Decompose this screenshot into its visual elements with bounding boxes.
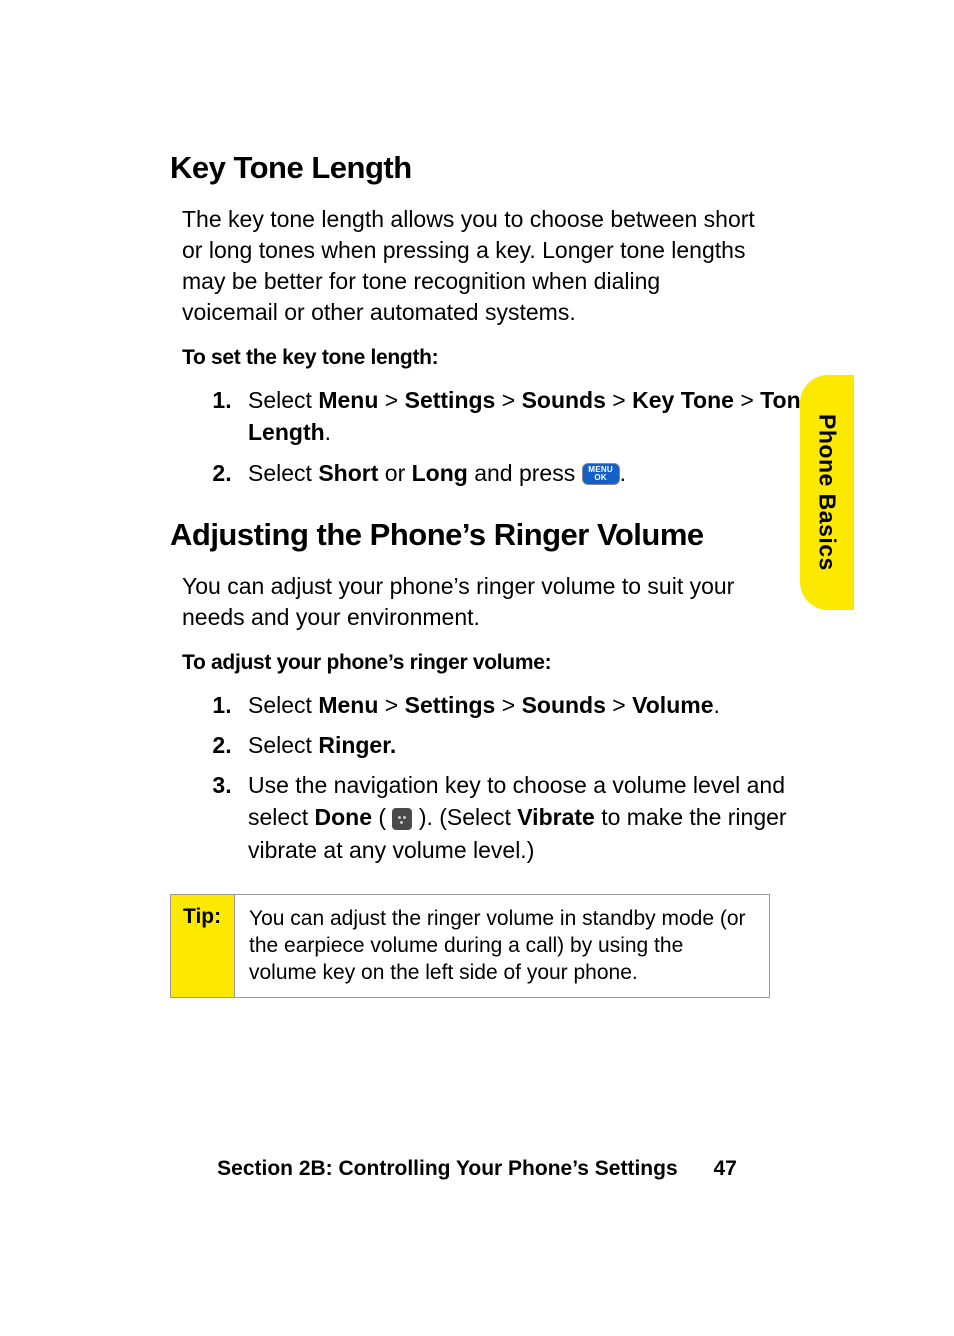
icon-label: OK bbox=[583, 474, 619, 482]
procedure-list: Select Menu > Settings > Sounds > Key To… bbox=[170, 384, 818, 489]
menu-path: Sounds bbox=[522, 387, 606, 413]
text: . bbox=[325, 419, 331, 445]
option: Ringer. bbox=[318, 732, 396, 758]
left-softkey-icon bbox=[392, 808, 412, 830]
text: ( bbox=[372, 804, 392, 830]
procedure-subhead: To adjust your phone’s ringer volume: bbox=[182, 651, 834, 675]
heading-ringer-volume: Adjusting the Phone’s Ringer Volume bbox=[170, 517, 834, 553]
section-tab-label: Phone Basics bbox=[814, 414, 841, 571]
manual-page: Phone Basics Key Tone Length The key ton… bbox=[0, 0, 954, 1336]
menu-path: Settings bbox=[405, 692, 496, 718]
body-text: The key tone length allows you to choose… bbox=[182, 204, 762, 328]
text: > bbox=[495, 692, 521, 718]
text: . bbox=[714, 692, 720, 718]
text: . bbox=[620, 460, 626, 486]
menu-path: Settings bbox=[405, 387, 496, 413]
heading-key-tone-length: Key Tone Length bbox=[170, 150, 834, 186]
text: > bbox=[378, 387, 404, 413]
option: Short bbox=[318, 460, 378, 486]
step-item: Select Short or Long and press MENUOK. bbox=[238, 457, 818, 489]
step-item: Select Menu > Settings > Sounds > Volume… bbox=[238, 689, 818, 721]
option: Done bbox=[314, 804, 372, 830]
step-item: Select Menu > Settings > Sounds > Key To… bbox=[238, 384, 818, 448]
text: Select bbox=[248, 692, 318, 718]
text: > bbox=[495, 387, 521, 413]
section-tab: Phone Basics bbox=[800, 375, 854, 610]
menu-path: Volume bbox=[632, 692, 713, 718]
text: > bbox=[606, 692, 632, 718]
procedure-subhead: To set the key tone length: bbox=[182, 346, 834, 370]
text: Select bbox=[248, 460, 318, 486]
text: Select bbox=[248, 387, 318, 413]
step-item: Use the navigation key to choose a volum… bbox=[238, 769, 818, 866]
footer-section-title: Section 2B: Controlling Your Phone’s Set… bbox=[217, 1157, 677, 1180]
text: or bbox=[378, 460, 411, 486]
tip-content: You can adjust the ringer volume in stan… bbox=[235, 895, 769, 997]
page-footer: Section 2B: Controlling Your Phone’s Set… bbox=[0, 1157, 954, 1181]
text: ). (Select bbox=[412, 804, 517, 830]
body-text: You can adjust your phone’s ringer volum… bbox=[182, 571, 762, 633]
text: > bbox=[378, 692, 404, 718]
step-item: Select Ringer. bbox=[238, 729, 818, 761]
menu-path: Menu bbox=[318, 692, 378, 718]
tip-box: Tip: You can adjust the ringer volume in… bbox=[170, 894, 770, 998]
option: Long bbox=[412, 460, 468, 486]
menu-ok-key-icon: MENUOK bbox=[582, 463, 620, 485]
page-number: 47 bbox=[713, 1157, 736, 1181]
procedure-list: Select Menu > Settings > Sounds > Volume… bbox=[170, 689, 818, 866]
menu-path: Menu bbox=[318, 387, 378, 413]
menu-path: Key Tone bbox=[632, 387, 734, 413]
text: and press bbox=[468, 460, 582, 486]
tip-label: Tip: bbox=[171, 895, 235, 997]
text: > bbox=[734, 387, 760, 413]
text: Select bbox=[248, 732, 318, 758]
option: Vibrate bbox=[517, 804, 595, 830]
text: > bbox=[606, 387, 632, 413]
menu-path: Sounds bbox=[522, 692, 606, 718]
